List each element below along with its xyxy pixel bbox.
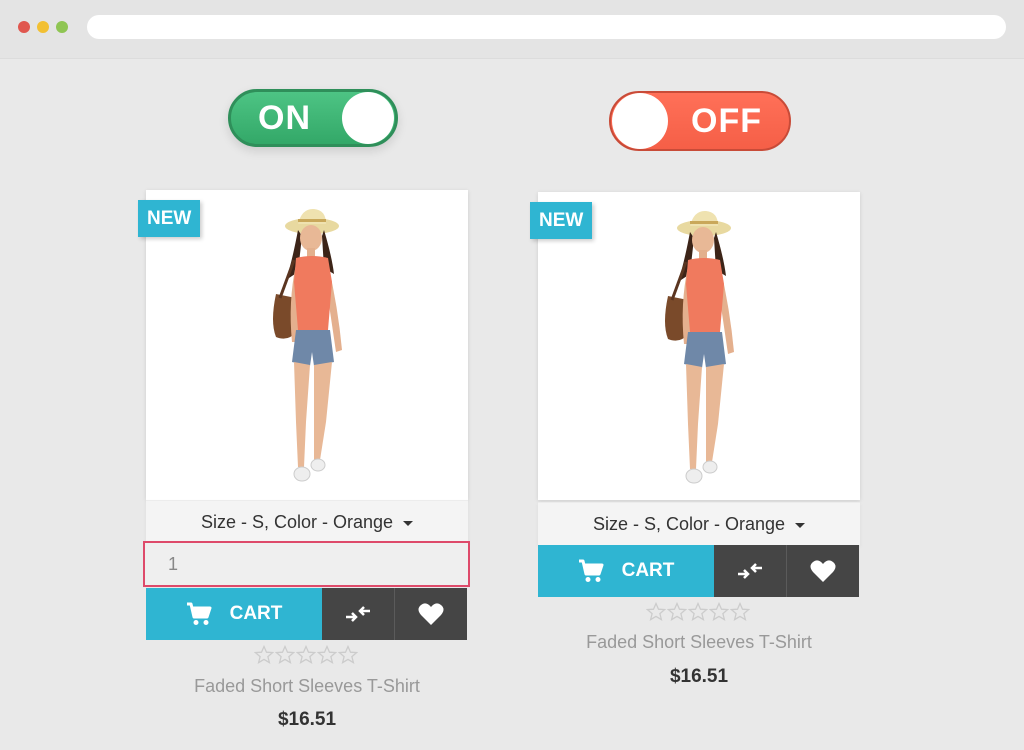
product-price: $16.51: [277, 709, 337, 730]
star-icon: [730, 602, 750, 621]
new-badge: NEW: [138, 200, 201, 237]
star-icon: [709, 602, 729, 621]
compare-button[interactable]: [714, 545, 786, 597]
compare-icon: [738, 563, 762, 579]
window-maximize-dot[interactable]: [56, 21, 68, 33]
caret-down-icon: [795, 522, 806, 528]
toggle-off-switch[interactable]: OFF: [609, 91, 791, 151]
window-minimize-dot[interactable]: [37, 21, 49, 33]
product-price: $16.51: [669, 666, 729, 687]
product-name[interactable]: Faded Short Sleeves T-Shirt: [538, 632, 860, 653]
star-icon: [667, 602, 687, 621]
variant-selector[interactable]: Size - S, Color - Orange: [538, 502, 860, 545]
wishlist-button[interactable]: [786, 545, 859, 597]
heart-icon: [418, 603, 444, 625]
cart-icon: [578, 559, 604, 582]
cart-label: CART: [229, 603, 283, 624]
star-icon: [317, 645, 337, 664]
window-close-dot[interactable]: [18, 21, 30, 33]
product-name[interactable]: Faded Short Sleeves T-Shirt: [146, 676, 468, 697]
new-badge: NEW: [530, 202, 593, 239]
star-icon: [296, 645, 316, 664]
cart-label: CART: [621, 560, 675, 581]
toggle-on-label: ON: [258, 98, 311, 137]
variant-label: Size - S, Color - Orange: [200, 511, 394, 532]
star-icon: [646, 602, 666, 621]
toggle-knob: [342, 92, 394, 144]
star-icon: [275, 645, 295, 664]
compare-button[interactable]: [322, 588, 394, 640]
rating-stars: [646, 602, 750, 622]
toggle-knob: [612, 93, 668, 149]
address-bar[interactable]: [87, 15, 1006, 39]
star-icon: [338, 645, 358, 664]
product-actions: CART: [146, 588, 467, 640]
star-icon: [254, 645, 274, 664]
wishlist-button[interactable]: [394, 588, 467, 640]
product-image[interactable]: [638, 204, 758, 494]
add-to-cart-button[interactable]: CART: [538, 545, 714, 597]
quantity-input[interactable]: [143, 541, 470, 587]
add-to-cart-button[interactable]: CART: [146, 588, 322, 640]
cart-icon: [186, 602, 212, 625]
heart-icon: [810, 560, 836, 582]
product-actions: CART: [538, 545, 859, 597]
caret-down-icon: [403, 520, 414, 526]
variant-selector[interactable]: Size - S, Color - Orange: [146, 500, 468, 543]
product-image[interactable]: [246, 202, 366, 492]
compare-icon: [346, 606, 370, 622]
toggle-on-switch[interactable]: ON: [228, 89, 398, 147]
star-icon: [688, 602, 708, 621]
rating-stars: [254, 645, 358, 665]
browser-chrome: [0, 0, 1024, 59]
toggle-off-label: OFF: [691, 101, 762, 140]
variant-label: Size - S, Color - Orange: [592, 513, 786, 534]
